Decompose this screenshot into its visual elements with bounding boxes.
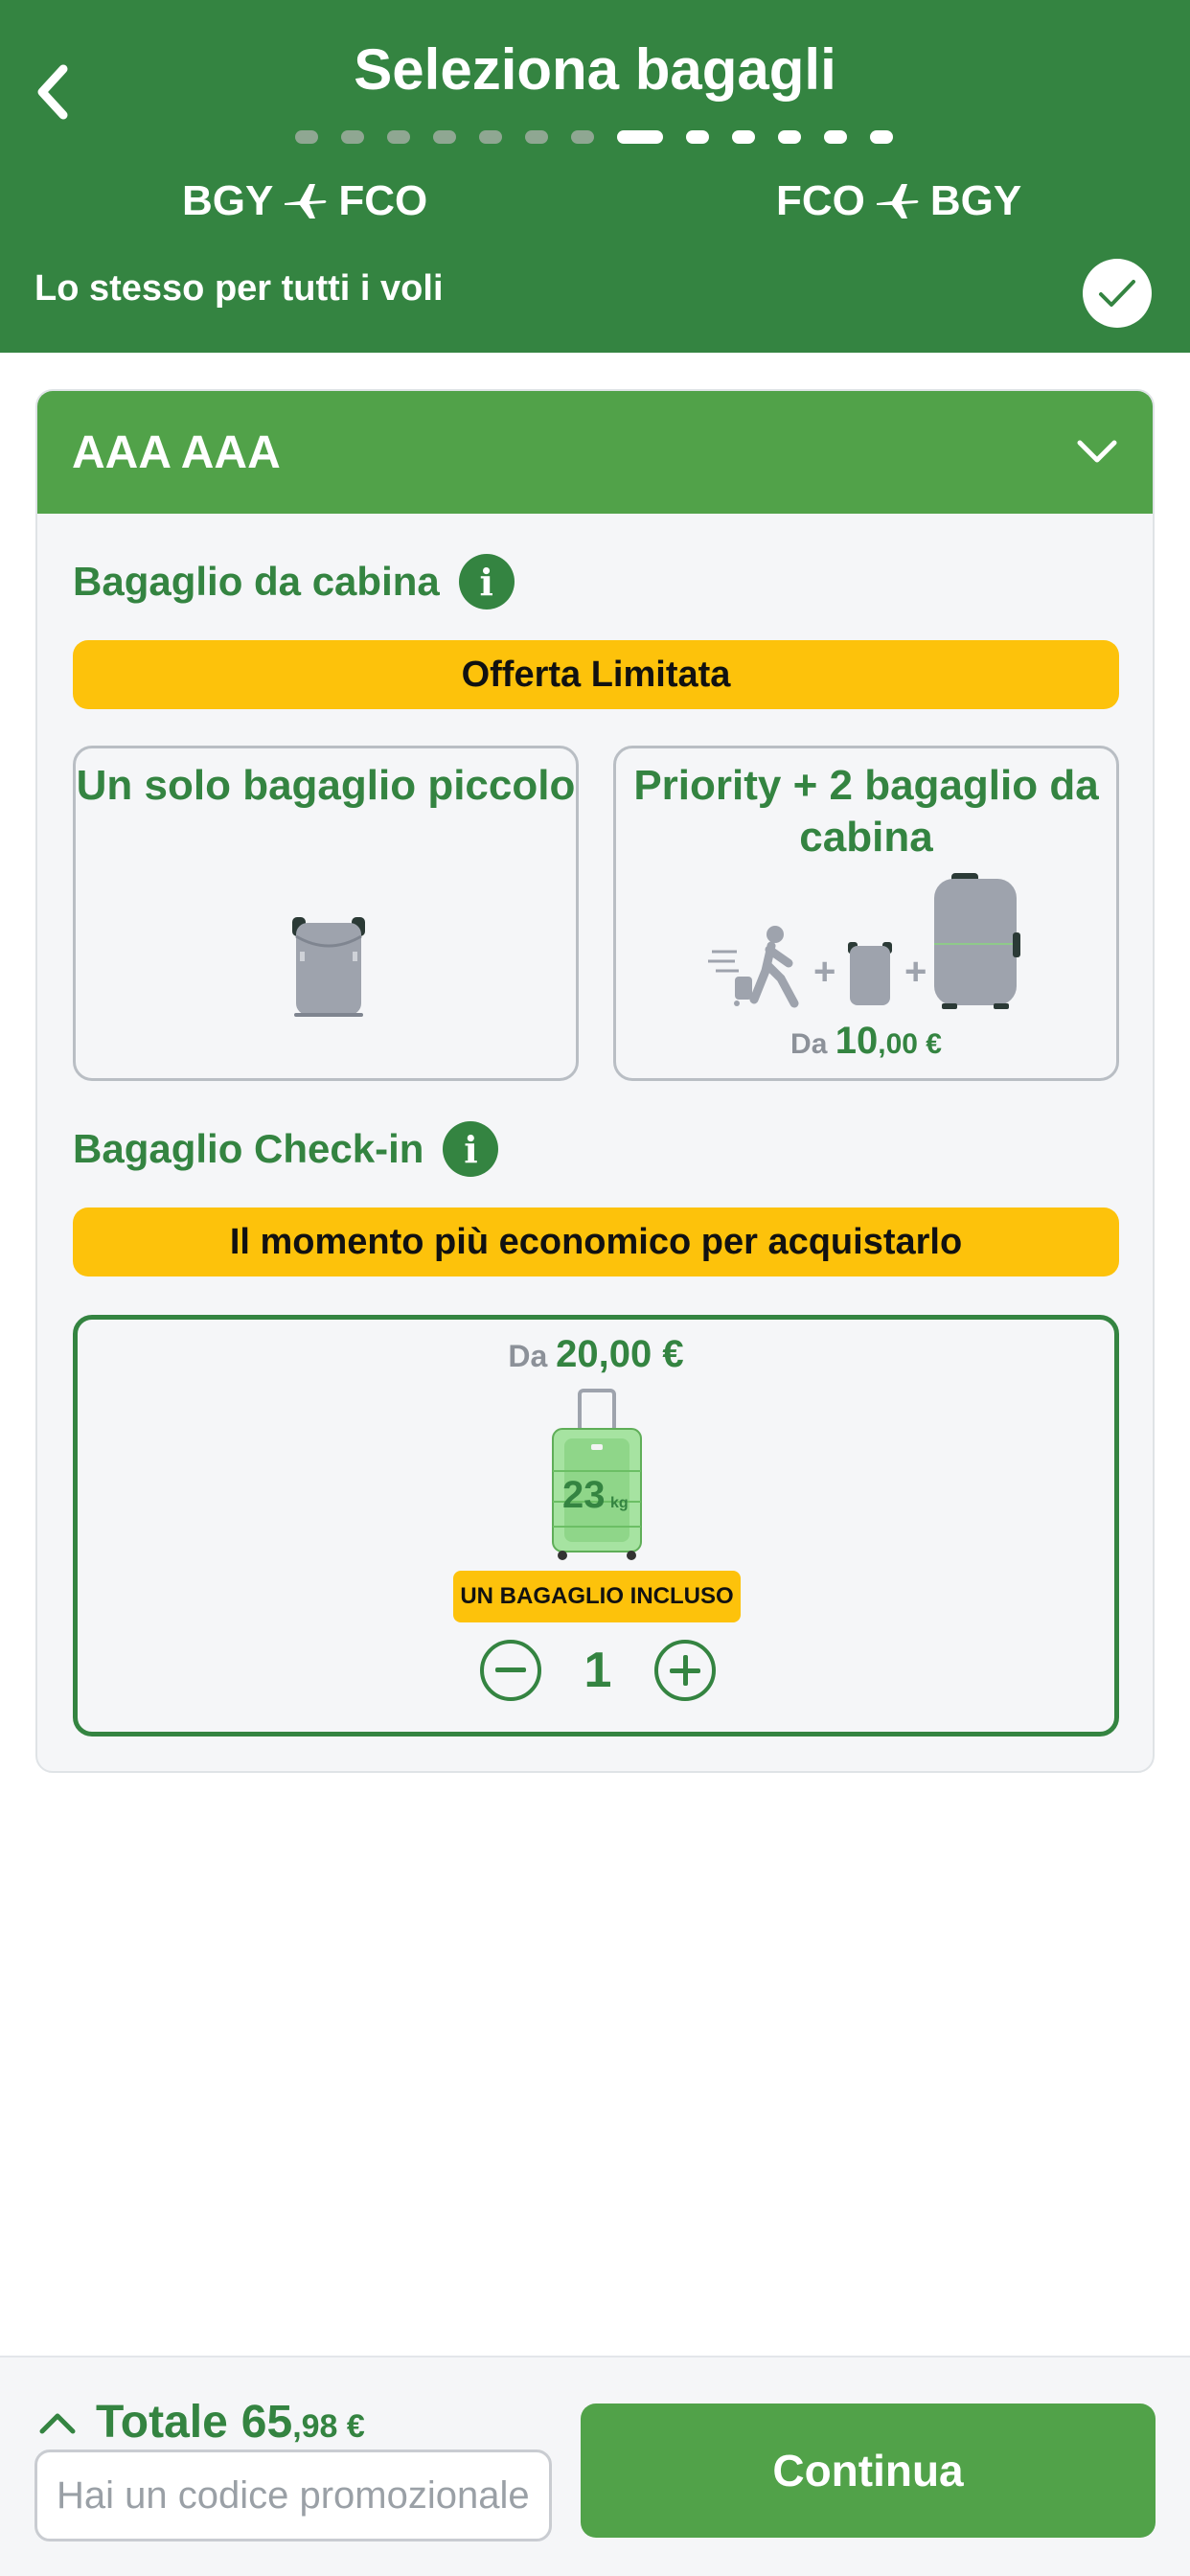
promo-code-input[interactable]: [34, 2450, 552, 2542]
info-icon[interactable]: i: [458, 554, 515, 610]
small-backpack-icon: [292, 917, 365, 1017]
progress-step: [341, 130, 364, 144]
priority-price: Da 10,00 €: [616, 1020, 1116, 1063]
quantity-stepper: 1: [480, 1640, 716, 1701]
quantity-value: 1: [584, 1643, 612, 1698]
progress-step: [295, 130, 318, 144]
checkin-baggage-label: Bagaglio Check-in: [73, 1126, 424, 1171]
suitcase-23kg-icon: 23 kg: [552, 1389, 642, 1560]
checkin-baggage-title: Bagaglio Check-in i: [73, 1121, 499, 1177]
route-origin: BGY: [182, 177, 274, 224]
progress-step: [824, 130, 847, 144]
progress-step: [433, 130, 456, 144]
passenger-baggage-card: AAA AAA Bagaglio da cabina i Offerta Lim…: [35, 389, 1155, 1773]
total-cents: ,98 €: [292, 2408, 365, 2445]
plus-icon: [670, 1655, 700, 1686]
cabin-option-small-bag[interactable]: Un solo bagaglio piccolo: [73, 746, 579, 1081]
cabin-baggage-label: Bagaglio da cabina: [73, 559, 440, 604]
progress-step: [732, 130, 755, 144]
price-prefix: Da: [508, 1339, 548, 1373]
route-outbound: BGY FCO: [182, 177, 427, 225]
price-amount: 20,00 €: [556, 1333, 684, 1375]
progress-step: [479, 130, 502, 144]
increment-button[interactable]: [654, 1640, 716, 1701]
airplane-icon: [875, 180, 921, 222]
minus-icon: [495, 1668, 526, 1672]
airplane-icon: [283, 180, 329, 222]
checkin-option-23kg[interactable]: Da 20,00 € 23 kg UN BAGAGLIO INCLUSO 1: [73, 1315, 1119, 1736]
price-prefix: Da: [790, 1028, 828, 1060]
weight-value: 23: [562, 1474, 606, 1516]
info-icon[interactable]: i: [443, 1121, 499, 1177]
progress-steps: [295, 130, 916, 144]
total-label: Totale: [96, 2397, 228, 2448]
progress-step: [870, 130, 893, 144]
passenger-header[interactable]: AAA AAA: [37, 391, 1153, 514]
progress-step: [387, 130, 410, 144]
continue-button[interactable]: Continua: [581, 2404, 1156, 2538]
chevron-up-icon: [39, 2413, 76, 2433]
progress-step-current: [617, 130, 663, 144]
progress-step: [571, 130, 594, 144]
svg-text:+: +: [904, 951, 927, 993]
price-cents: ,00 €: [878, 1028, 942, 1060]
route-origin: FCO: [776, 177, 865, 224]
svg-text:+: +: [813, 951, 835, 993]
bottom-bar: Totale 65,98 € Continua: [0, 2356, 1190, 2576]
progress-step: [686, 130, 709, 144]
limited-offer-banner: Offerta Limitata: [73, 640, 1119, 709]
checkmark-icon: [1099, 280, 1135, 307]
same-for-all-toggle[interactable]: [1083, 259, 1152, 328]
chevron-down-icon: [1077, 440, 1117, 463]
cabin-option-priority[interactable]: Priority + 2 bagaglio da cabina + + Da 1…: [613, 746, 1119, 1081]
progress-step: [778, 130, 801, 144]
weight-unit: kg: [610, 1495, 629, 1511]
option-title: Priority + 2 bagaglio da cabina: [633, 762, 1099, 861]
route-destination: FCO: [338, 177, 428, 224]
price-amount: 10: [835, 1020, 879, 1062]
option-title: Un solo bagaglio piccolo: [76, 762, 576, 809]
page-title: Seleziona bagagli: [354, 37, 836, 102]
progress-step: [525, 130, 548, 144]
decrement-button[interactable]: [480, 1640, 541, 1701]
cabin-baggage-title: Bagaglio da cabina i: [73, 554, 515, 610]
checkin-price: Da 20,00 €: [78, 1333, 1114, 1376]
app-header: Seleziona bagagli BGY FCO FCO BGY Lo ste…: [0, 0, 1190, 353]
same-for-all-label: Lo stesso per tutti i voli: [34, 268, 444, 309]
route-destination: BGY: [929, 177, 1022, 224]
priority-bags-icon: + +: [708, 873, 1020, 1009]
passenger-name: AAA AAA: [72, 426, 281, 478]
route-return: FCO BGY: [776, 177, 1021, 225]
cheapest-time-banner: Il momento più economico per acquistarlo: [73, 1208, 1119, 1276]
included-badge: UN BAGAGLIO INCLUSO: [453, 1571, 741, 1622]
total-summary-toggle[interactable]: Totale 65,98 €: [38, 2396, 365, 2449]
total-amount: 65: [240, 2397, 293, 2448]
